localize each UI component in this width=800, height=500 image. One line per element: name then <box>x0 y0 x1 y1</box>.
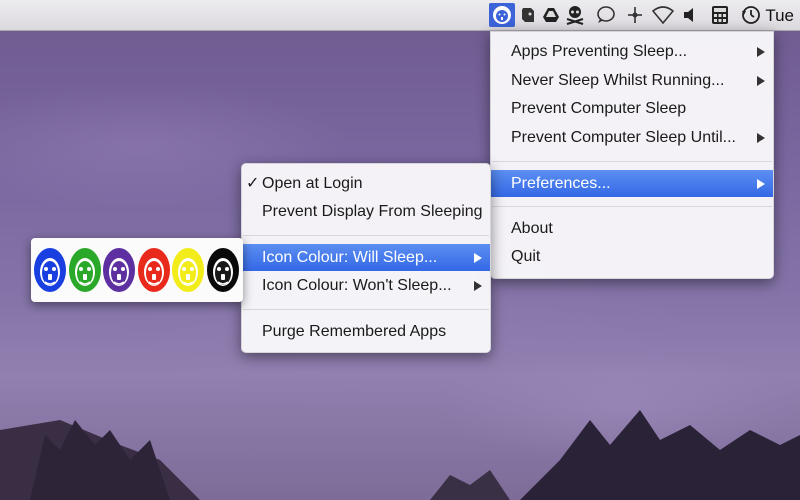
submenu-arrow-icon <box>757 47 765 57</box>
menu-item-never-sleep-whilst-running[interactable]: Never Sleep Whilst Running... <box>491 67 773 94</box>
menu-item-open-at-login[interactable]: ✓ Open at Login <box>242 170 490 197</box>
menu-item-label: Never Sleep Whilst Running... <box>511 72 725 89</box>
menu-item-label: Prevent Computer Sleep Until... <box>511 129 736 146</box>
move-icon[interactable] <box>625 0 645 30</box>
menu-item-label: Purge Remembered Apps <box>262 323 447 340</box>
menu-item-apps-preventing-sleep[interactable]: Apps Preventing Sleep... <box>491 38 773 65</box>
menu-item-label: Icon Colour: Won't Sleep... <box>262 277 452 294</box>
menu-separator <box>243 235 489 236</box>
menu-item-label: Icon Colour: Will Sleep... <box>262 249 438 266</box>
menu-item-label: Prevent Computer Sleep <box>511 100 687 117</box>
drive-icon[interactable] <box>540 0 562 30</box>
menu-item-label: Open at Login <box>262 175 363 192</box>
skull-icon[interactable] <box>563 0 587 30</box>
checkmark-icon: ✓ <box>246 175 260 192</box>
app-dropdown-menu: Apps Preventing Sleep... Never Sleep Whi… <box>490 31 774 279</box>
menu-item-label: Quit <box>511 248 541 265</box>
evernote-icon[interactable] <box>517 0 539 30</box>
time-machine-icon[interactable] <box>740 0 762 30</box>
menu-item-purge-remembered-apps[interactable]: Purge Remembered Apps <box>242 318 490 345</box>
lion-colour-swatch-icon[interactable] <box>137 246 171 294</box>
lion-icon[interactable] <box>491 0 513 30</box>
submenu-arrow-icon <box>757 76 765 86</box>
menu-bar: Tue <box>0 0 800 31</box>
menu-separator <box>243 309 489 310</box>
lion-colour-swatch-icon[interactable] <box>68 246 102 294</box>
submenu-arrow-icon <box>474 281 482 291</box>
menu-item-about[interactable]: About <box>491 215 773 242</box>
calculator-icon[interactable] <box>709 0 731 30</box>
submenu-arrow-icon <box>757 133 765 143</box>
icon-colour-palette <box>31 238 243 302</box>
menu-item-label: Prevent Display From Sleeping <box>262 203 483 220</box>
preferences-submenu: ✓ Open at Login Prevent Display From Sle… <box>241 163 491 353</box>
menu-separator <box>492 161 772 162</box>
menu-item-label: Preferences... <box>511 175 611 192</box>
menu-item-icon-colour-will-sleep[interactable]: Icon Colour: Will Sleep... <box>242 244 490 271</box>
menu-item-prevent-computer-sleep[interactable]: Prevent Computer Sleep <box>491 95 773 122</box>
chat-bubble-icon[interactable] <box>595 0 617 30</box>
menu-item-prevent-display-from-sleeping[interactable]: Prevent Display From Sleeping <box>242 198 490 225</box>
menu-item-quit[interactable]: Quit <box>491 243 773 270</box>
menu-bar-clock[interactable]: Tue <box>765 6 794 26</box>
menu-item-label: About <box>511 220 553 237</box>
lion-colour-swatch-icon[interactable] <box>206 246 240 294</box>
lion-colour-swatch-icon[interactable] <box>102 246 136 294</box>
menu-separator <box>492 206 772 207</box>
menu-item-label: Apps Preventing Sleep... <box>511 43 688 60</box>
volume-icon[interactable] <box>681 0 699 30</box>
lion-colour-swatch-icon[interactable] <box>171 246 205 294</box>
lion-colour-swatch-icon[interactable] <box>33 246 67 294</box>
menu-item-prevent-computer-sleep-until[interactable]: Prevent Computer Sleep Until... <box>491 124 773 151</box>
desktop-tree-silhouettes <box>0 410 800 500</box>
submenu-arrow-icon <box>474 253 482 263</box>
menu-item-icon-colour-wont-sleep[interactable]: Icon Colour: Won't Sleep... <box>242 272 490 299</box>
submenu-arrow-icon <box>757 179 765 189</box>
menu-item-preferences[interactable]: Preferences... <box>491 170 773 197</box>
wifi-icon[interactable] <box>651 0 675 30</box>
